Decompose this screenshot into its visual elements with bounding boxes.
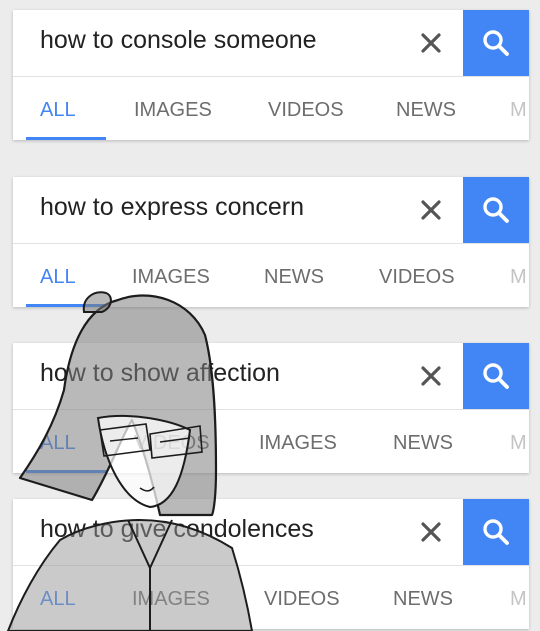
search-icon — [483, 197, 509, 223]
close-icon[interactable] — [411, 352, 451, 400]
active-tab-indicator — [26, 137, 106, 140]
search-bar[interactable]: how to give condolences — [13, 499, 529, 566]
search-button[interactable] — [463, 343, 529, 409]
tab-images[interactable]: IMAGES — [132, 266, 210, 289]
search-query[interactable]: how to express concern — [40, 193, 304, 222]
tab-more[interactable]: M — [510, 432, 527, 455]
search-panel: how to give condolences ALL IMAGES VIDEO… — [13, 499, 529, 629]
tab-all[interactable]: ALL — [40, 99, 76, 122]
search-button[interactable] — [463, 177, 529, 243]
search-query[interactable]: how to give condolences — [40, 515, 314, 544]
tab-videos[interactable]: VIDEOS — [134, 432, 210, 455]
character-mouth — [139, 486, 155, 492]
search-bar[interactable]: how to express concern — [13, 177, 529, 244]
active-tab-indicator — [26, 304, 106, 307]
tab-news[interactable]: NEWS — [396, 99, 456, 122]
search-bar[interactable]: how to show affection — [13, 343, 529, 410]
tab-news[interactable]: NEWS — [393, 588, 453, 611]
search-icon — [483, 363, 509, 389]
search-button[interactable] — [463, 499, 529, 565]
tab-videos[interactable]: VIDEOS — [264, 588, 340, 611]
search-panel: how to console someone ALL IMAGES VIDEOS… — [13, 10, 529, 140]
tab-more[interactable]: M — [510, 99, 527, 122]
tab-videos[interactable]: VIDEOS — [268, 99, 344, 122]
close-icon[interactable] — [411, 186, 451, 234]
search-panel: how to show affection ALL VIDEOS IMAGES … — [13, 343, 529, 473]
tab-all[interactable]: ALL — [40, 266, 76, 289]
tab-bar: ALL IMAGES NEWS VIDEOS M — [13, 244, 529, 307]
tab-news[interactable]: NEWS — [393, 432, 453, 455]
search-button[interactable] — [463, 10, 529, 76]
search-icon — [483, 519, 509, 545]
tab-all[interactable]: ALL — [40, 588, 76, 611]
tab-all[interactable]: ALL — [40, 432, 76, 455]
tab-images[interactable]: IMAGES — [132, 588, 210, 611]
tab-bar: ALL IMAGES VIDEOS NEWS M — [13, 77, 529, 140]
tab-news[interactable]: NEWS — [264, 266, 324, 289]
search-panel: how to express concern ALL IMAGES NEWS V… — [13, 177, 529, 307]
close-icon[interactable] — [411, 19, 451, 67]
active-tab-indicator — [26, 470, 106, 473]
tab-more[interactable]: M — [510, 266, 527, 289]
tab-bar: ALL VIDEOS IMAGES NEWS M — [13, 410, 529, 473]
tab-more[interactable]: M — [510, 588, 527, 611]
search-query[interactable]: how to console someone — [40, 26, 317, 55]
tab-images[interactable]: IMAGES — [134, 99, 212, 122]
tab-videos[interactable]: VIDEOS — [379, 266, 455, 289]
close-icon[interactable] — [411, 508, 451, 556]
search-query[interactable]: how to show affection — [40, 359, 280, 388]
search-bar[interactable]: how to console someone — [13, 10, 529, 77]
tab-images[interactable]: IMAGES — [259, 432, 337, 455]
search-icon — [483, 30, 509, 56]
tab-bar: ALL IMAGES VIDEOS NEWS M — [13, 566, 529, 629]
